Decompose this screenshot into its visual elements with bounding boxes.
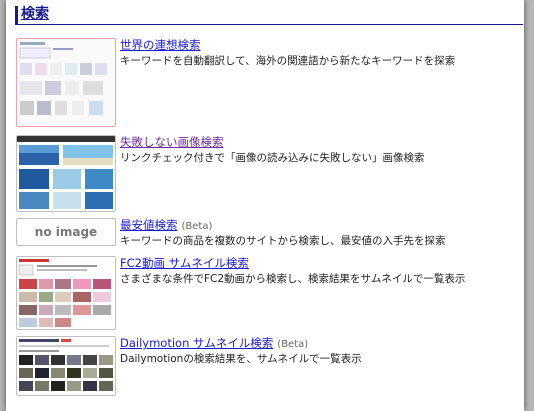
- item-description: Dailymotionの検索結果を、サムネイルで一覧表示: [120, 353, 362, 365]
- item-title-link[interactable]: 世界の連想検索: [120, 38, 201, 52]
- item-title-link[interactable]: FC2動画 サムネイル検索: [120, 256, 249, 270]
- thumbnail-dailymotion-search[interactable]: [16, 336, 116, 396]
- section-title-link[interactable]: 検索: [21, 6, 49, 23]
- beta-badge: (Beta): [181, 221, 213, 232]
- screenshot-thumbnail-icon: [17, 136, 115, 211]
- item-description: リンクチェック付きで「画像の読み込みに失敗しない」画像検索: [120, 152, 425, 164]
- item-title-row: 世界の連想検索: [120, 38, 201, 52]
- thumbnail-world-association-search[interactable]: [16, 38, 116, 127]
- thumbnail-fc2-video-search[interactable]: [16, 256, 116, 330]
- beta-badge: (Beta): [277, 339, 309, 350]
- item-title-link[interactable]: 失敗しない画像検索: [120, 135, 224, 149]
- item-description: キーワードを自動翻訳して、海外の関連語から新たなキーワードを探索: [120, 55, 456, 67]
- thumbnail-no-image[interactable]: no image: [16, 218, 116, 246]
- item-title-row: Dailymotion サムネイル検索 (Beta): [120, 336, 308, 352]
- screenshot-thumbnail-icon: [17, 257, 115, 329]
- item-description: キーワードの商品を複数のサイトから検索し、最安値の入手先を探索: [120, 235, 446, 247]
- screenshot-thumbnail-icon: [17, 337, 115, 395]
- item-title-link[interactable]: Dailymotion サムネイル検索: [120, 336, 273, 350]
- thumbnail-image-search[interactable]: [16, 135, 116, 212]
- page-frame: 検索 世界の連想検索 キーワードを自動翻訳して、海外の関連語から新たなキーワード…: [6, 0, 524, 411]
- item-description: さまざまな条件でFC2動画から検索し、検索結果をサムネイルで一覧表示: [120, 273, 466, 285]
- section-header: 検索: [15, 6, 523, 25]
- item-title-row: FC2動画 サムネイル検索: [120, 256, 249, 270]
- item-title-row: 最安値検索 (Beta): [120, 218, 212, 234]
- item-title-row: 失敗しない画像検索: [120, 135, 224, 149]
- item-title-link[interactable]: 最安値検索: [120, 218, 178, 232]
- screenshot-thumbnail-icon: [17, 39, 115, 126]
